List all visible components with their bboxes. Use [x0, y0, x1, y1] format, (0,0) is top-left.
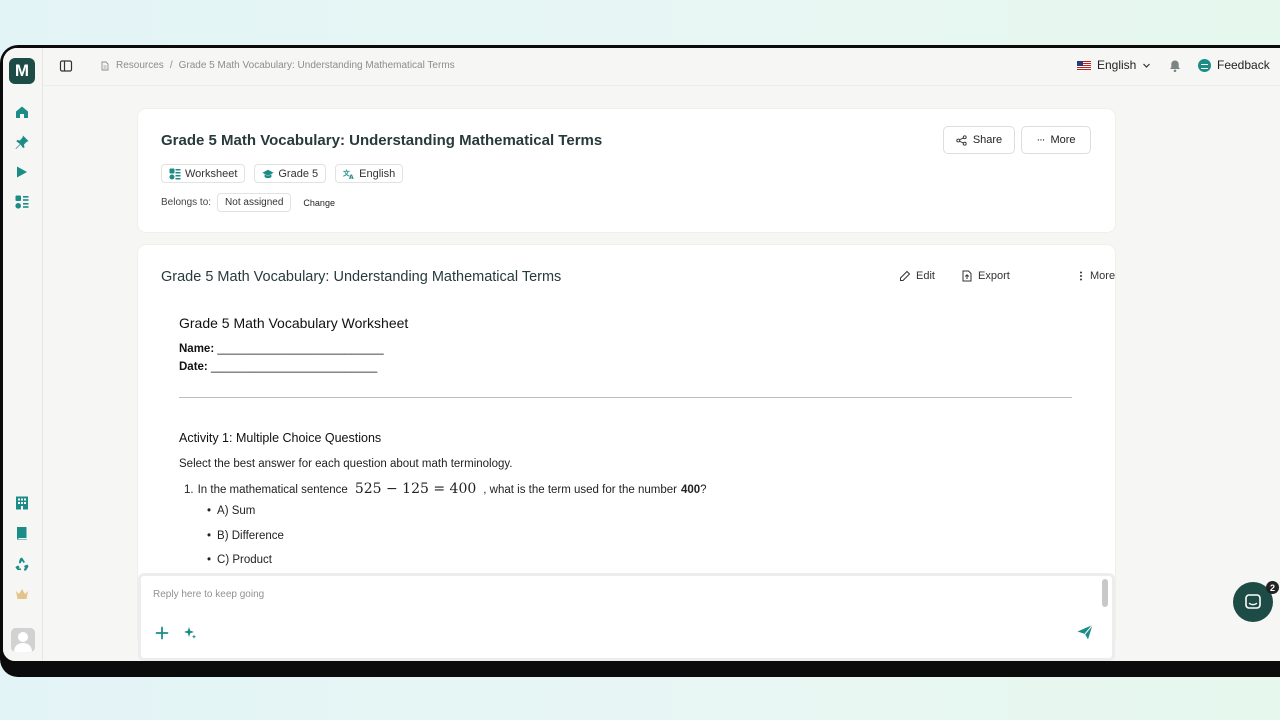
- breadcrumb-resources[interactable]: Resources: [116, 60, 164, 71]
- worksheet-icon: [169, 168, 181, 179]
- activity-heading: Activity 1: Multiple Choice Questions: [179, 431, 382, 445]
- activity-instructions: Select the best answer for each question…: [179, 458, 513, 470]
- reply-box: Reply here to keep going: [138, 573, 1115, 661]
- top-bar: Resources / Grade 5 Math Vocabulary: Und…: [43, 48, 1280, 86]
- share-button[interactable]: Share: [943, 126, 1015, 154]
- pencil-icon: [900, 270, 911, 281]
- feedback-button[interactable]: Feedback: [1198, 58, 1270, 72]
- language-label: English: [1097, 58, 1137, 72]
- document-icon: [101, 61, 109, 70]
- chip-grade: Grade 5: [254, 164, 327, 183]
- question-text-after: , what is the term used for the number: [483, 484, 677, 496]
- resource-title: Grade 5 Math Vocabulary: Understanding M…: [161, 132, 603, 149]
- sparkle-icon[interactable]: [183, 626, 197, 640]
- date-blank: __________________________: [210, 361, 378, 373]
- reply-input[interactable]: Reply here to keep going: [153, 589, 264, 600]
- option-b: B) Difference: [207, 530, 284, 542]
- belongs-value: Not assigned: [217, 193, 292, 212]
- name-field: Name: __________________________: [179, 343, 384, 355]
- share-icon: [956, 134, 967, 146]
- resource-header-card: Grade 5 Math Vocabulary: Understanding M…: [138, 109, 1115, 232]
- breadcrumb: Resources / Grade 5 Math Vocabulary: Und…: [100, 60, 455, 71]
- question-bold-value: 400: [680, 484, 701, 496]
- book-icon[interactable]: [14, 525, 30, 541]
- change-button[interactable]: Change: [303, 198, 335, 208]
- plus-icon[interactable]: [155, 626, 169, 640]
- belongs-label: Belongs to:: [161, 197, 212, 208]
- option-a: A) Sum: [207, 505, 255, 517]
- edit-label: Edit: [916, 270, 935, 282]
- export-button[interactable]: Export: [961, 270, 1010, 282]
- chip-worksheet: Worksheet: [161, 164, 246, 183]
- device-frame: M Resources / Grade 5 Math Vocabulary: U…: [0, 45, 1280, 677]
- send-icon[interactable]: [1076, 623, 1094, 641]
- app-logo[interactable]: M: [9, 58, 35, 84]
- translate-icon: 文A: [343, 168, 354, 180]
- apps-icon[interactable]: [14, 194, 30, 210]
- name-label: Name:: [179, 343, 215, 355]
- chip-language: 文A English: [335, 164, 404, 183]
- name-blank: __________________________: [217, 343, 384, 355]
- recycle-icon[interactable]: [14, 556, 30, 572]
- belongs-to-row: Belongs to: Not assigned Change: [161, 193, 335, 212]
- sidebar-toggle-icon[interactable]: [59, 59, 73, 73]
- header-more-button[interactable]: ··· More: [1021, 126, 1091, 154]
- app-screen: M Resources / Grade 5 Math Vocabulary: U…: [3, 48, 1280, 661]
- language-selector[interactable]: English: [1077, 58, 1151, 72]
- chip-label: English: [359, 167, 396, 180]
- divider: [179, 397, 1072, 398]
- vertical-ellipsis-icon: [1080, 271, 1082, 281]
- content-more-button[interactable]: More: [1077, 270, 1115, 282]
- content-title: Grade 5 Math Vocabulary: Understanding M…: [161, 269, 562, 285]
- more-label: More: [1050, 134, 1076, 146]
- feedback-label: Feedback: [1217, 58, 1270, 72]
- sidebar: M: [3, 48, 43, 661]
- breadcrumb-current: Grade 5 Math Vocabulary: Understanding M…: [178, 60, 455, 71]
- user-avatar[interactable]: [11, 628, 35, 652]
- graduation-cap-icon: [262, 169, 274, 178]
- reply-scrollbar[interactable]: [1102, 579, 1108, 607]
- more-label: More: [1090, 270, 1115, 282]
- chip-label: Grade 5: [278, 167, 319, 180]
- question-1: 1. In the mathematical sentence 525 − 12…: [184, 481, 707, 497]
- ellipsis-icon: ···: [1036, 134, 1045, 146]
- worksheet-heading: Grade 5 Math Vocabulary Worksheet: [179, 315, 409, 331]
- chip-label: Worksheet: [185, 167, 238, 180]
- question-number: 1.: [184, 484, 194, 496]
- chevron-down-icon: [1143, 63, 1151, 68]
- notification-badge: 2: [1266, 581, 1279, 594]
- export-label: Export: [978, 270, 1010, 282]
- chat-icon: [1198, 58, 1211, 72]
- share-label: Share: [972, 134, 1003, 146]
- date-field: Date: __________________________: [179, 361, 377, 373]
- question-equation: 525 − 125 = 400: [354, 481, 477, 497]
- us-flag-icon: [1077, 60, 1091, 70]
- option-c: C) Product: [207, 554, 272, 566]
- crown-icon[interactable]: [14, 586, 30, 602]
- question-end: ?: [700, 484, 707, 496]
- question-text-before: In the mathematical sentence: [197, 484, 348, 496]
- home-icon[interactable]: [14, 104, 30, 120]
- svg-text:A: A: [349, 174, 354, 180]
- edit-button[interactable]: Edit: [899, 270, 935, 282]
- breadcrumb-separator: /: [169, 60, 173, 71]
- pin-icon[interactable]: [14, 134, 30, 150]
- play-icon[interactable]: [14, 164, 30, 180]
- resource-tags: Worksheet Grade 5 文A English: [161, 164, 404, 183]
- building-icon[interactable]: [14, 495, 30, 511]
- bell-icon[interactable]: [1168, 59, 1182, 73]
- message-icon: [1245, 594, 1261, 609]
- export-icon: [962, 270, 972, 282]
- date-label: Date:: [179, 361, 208, 373]
